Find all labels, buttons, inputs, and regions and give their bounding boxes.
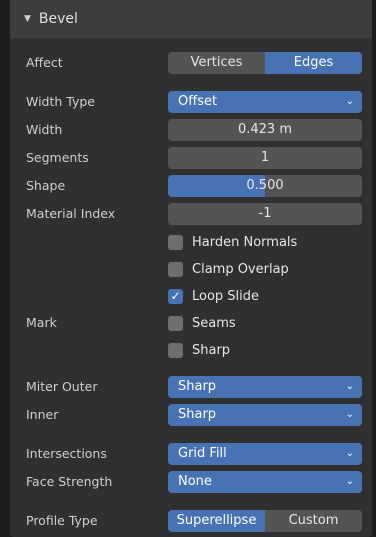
checkbox-box	[168, 234, 183, 250]
chevron-down-icon: ⌄	[345, 381, 354, 392]
chevron-down-icon: ⌄	[345, 448, 354, 459]
checkbox-box	[168, 315, 183, 331]
segments-row: Segments 1	[10, 147, 372, 169]
loop-slide-checkbox[interactable]: ✓ Loop Slide	[168, 285, 259, 307]
profile-type-toggle: Superellipse Custom	[168, 510, 362, 532]
affect-vertices-button[interactable]: Vertices	[168, 52, 265, 74]
inner-dropdown[interactable]: Sharp ⌄	[168, 404, 362, 426]
width-type-row: Width Type Offset ⌄	[10, 91, 372, 113]
material-index-label: Material Index	[26, 206, 116, 221]
mark-seams-checkbox[interactable]: Seams	[168, 312, 236, 334]
material-index-row: Material Index -1	[10, 203, 372, 225]
harden-normals-label: Harden Normals	[192, 234, 298, 250]
bevel-panel: ▼ Bevel Affect Vertices Edges Width Type…	[10, 0, 372, 537]
affect-label: Affect	[26, 55, 63, 70]
clamp-overlap-row: Clamp Overlap	[10, 258, 372, 280]
width-row: Width 0.423 m	[10, 119, 372, 141]
face-strength-dropdown[interactable]: None ⌄	[168, 471, 362, 493]
miter-outer-value: Sharp	[178, 379, 217, 394]
clamp-overlap-label: Clamp Overlap	[192, 261, 289, 277]
width-field[interactable]: 0.423 m	[168, 119, 362, 141]
checkbox-box	[168, 342, 183, 358]
miter-outer-row: Miter Outer Sharp ⌄	[10, 376, 372, 398]
mark-label: Mark	[26, 315, 57, 330]
loop-slide-label: Loop Slide	[192, 288, 260, 304]
loop-slide-row: ✓ Loop Slide	[10, 285, 372, 307]
face-strength-row: Face Strength None ⌄	[10, 471, 372, 493]
panel-title: Bevel	[38, 11, 78, 27]
shape-row: Shape 0.500	[10, 175, 372, 197]
face-strength-label: Face Strength	[26, 474, 113, 489]
width-type-label: Width Type	[26, 94, 96, 109]
checkmark-icon: ✓	[168, 288, 183, 304]
shape-label: Shape	[26, 178, 66, 193]
affect-edges-button[interactable]: Edges	[265, 52, 362, 74]
segments-value: 1	[260, 150, 270, 165]
mark-sharp-label: Sharp	[192, 342, 231, 358]
panel-header[interactable]: ▼ Bevel	[10, 0, 372, 38]
affect-row: Affect Vertices Edges	[10, 52, 372, 74]
intersections-label: Intersections	[26, 446, 107, 461]
width-value: 0.423 m	[237, 122, 292, 137]
material-index-value: -1	[258, 206, 272, 221]
miter-outer-label: Miter Outer	[26, 379, 98, 394]
checkbox-box	[168, 261, 183, 277]
intersections-dropdown[interactable]: Grid Fill ⌄	[168, 443, 362, 465]
mark-sharp-row: Sharp	[10, 339, 372, 361]
material-index-field[interactable]: -1	[168, 203, 362, 225]
profile-type-row: Profile Type Superellipse Custom	[10, 510, 372, 532]
inner-value: Sharp	[178, 407, 217, 422]
shape-value: 0.500	[246, 178, 284, 193]
mark-sharp-checkbox[interactable]: Sharp	[168, 339, 230, 361]
profile-type-label: Profile Type	[26, 513, 98, 528]
harden-normals-row: Harden Normals	[10, 231, 372, 253]
inner-row: Inner Sharp ⌄	[10, 404, 372, 426]
clamp-overlap-checkbox[interactable]: Clamp Overlap	[168, 258, 289, 280]
width-type-dropdown[interactable]: Offset ⌄	[168, 91, 362, 113]
intersections-value: Grid Fill	[178, 446, 227, 461]
chevron-down-icon: ⌄	[345, 476, 354, 487]
shape-slider[interactable]: 0.500	[168, 175, 362, 197]
face-strength-value: None	[178, 474, 212, 489]
profile-custom-button[interactable]: Custom	[265, 510, 362, 532]
profile-superellipse-button[interactable]: Superellipse	[168, 510, 265, 532]
mark-seams-label: Seams	[192, 315, 236, 331]
affect-toggle: Vertices Edges	[168, 52, 362, 74]
segments-label: Segments	[26, 150, 89, 165]
chevron-down-icon: ⌄	[345, 409, 354, 420]
inner-label: Inner	[26, 407, 59, 422]
miter-outer-dropdown[interactable]: Sharp ⌄	[168, 376, 362, 398]
mark-seams-row: Mark Seams	[10, 312, 372, 334]
intersections-row: Intersections Grid Fill ⌄	[10, 443, 372, 465]
width-label: Width	[26, 122, 63, 137]
width-type-value: Offset	[178, 94, 218, 109]
chevron-down-icon: ⌄	[345, 96, 354, 107]
harden-normals-checkbox[interactable]: Harden Normals	[168, 231, 297, 253]
segments-field[interactable]: 1	[168, 147, 362, 169]
collapse-triangle-icon[interactable]: ▼	[24, 14, 31, 24]
